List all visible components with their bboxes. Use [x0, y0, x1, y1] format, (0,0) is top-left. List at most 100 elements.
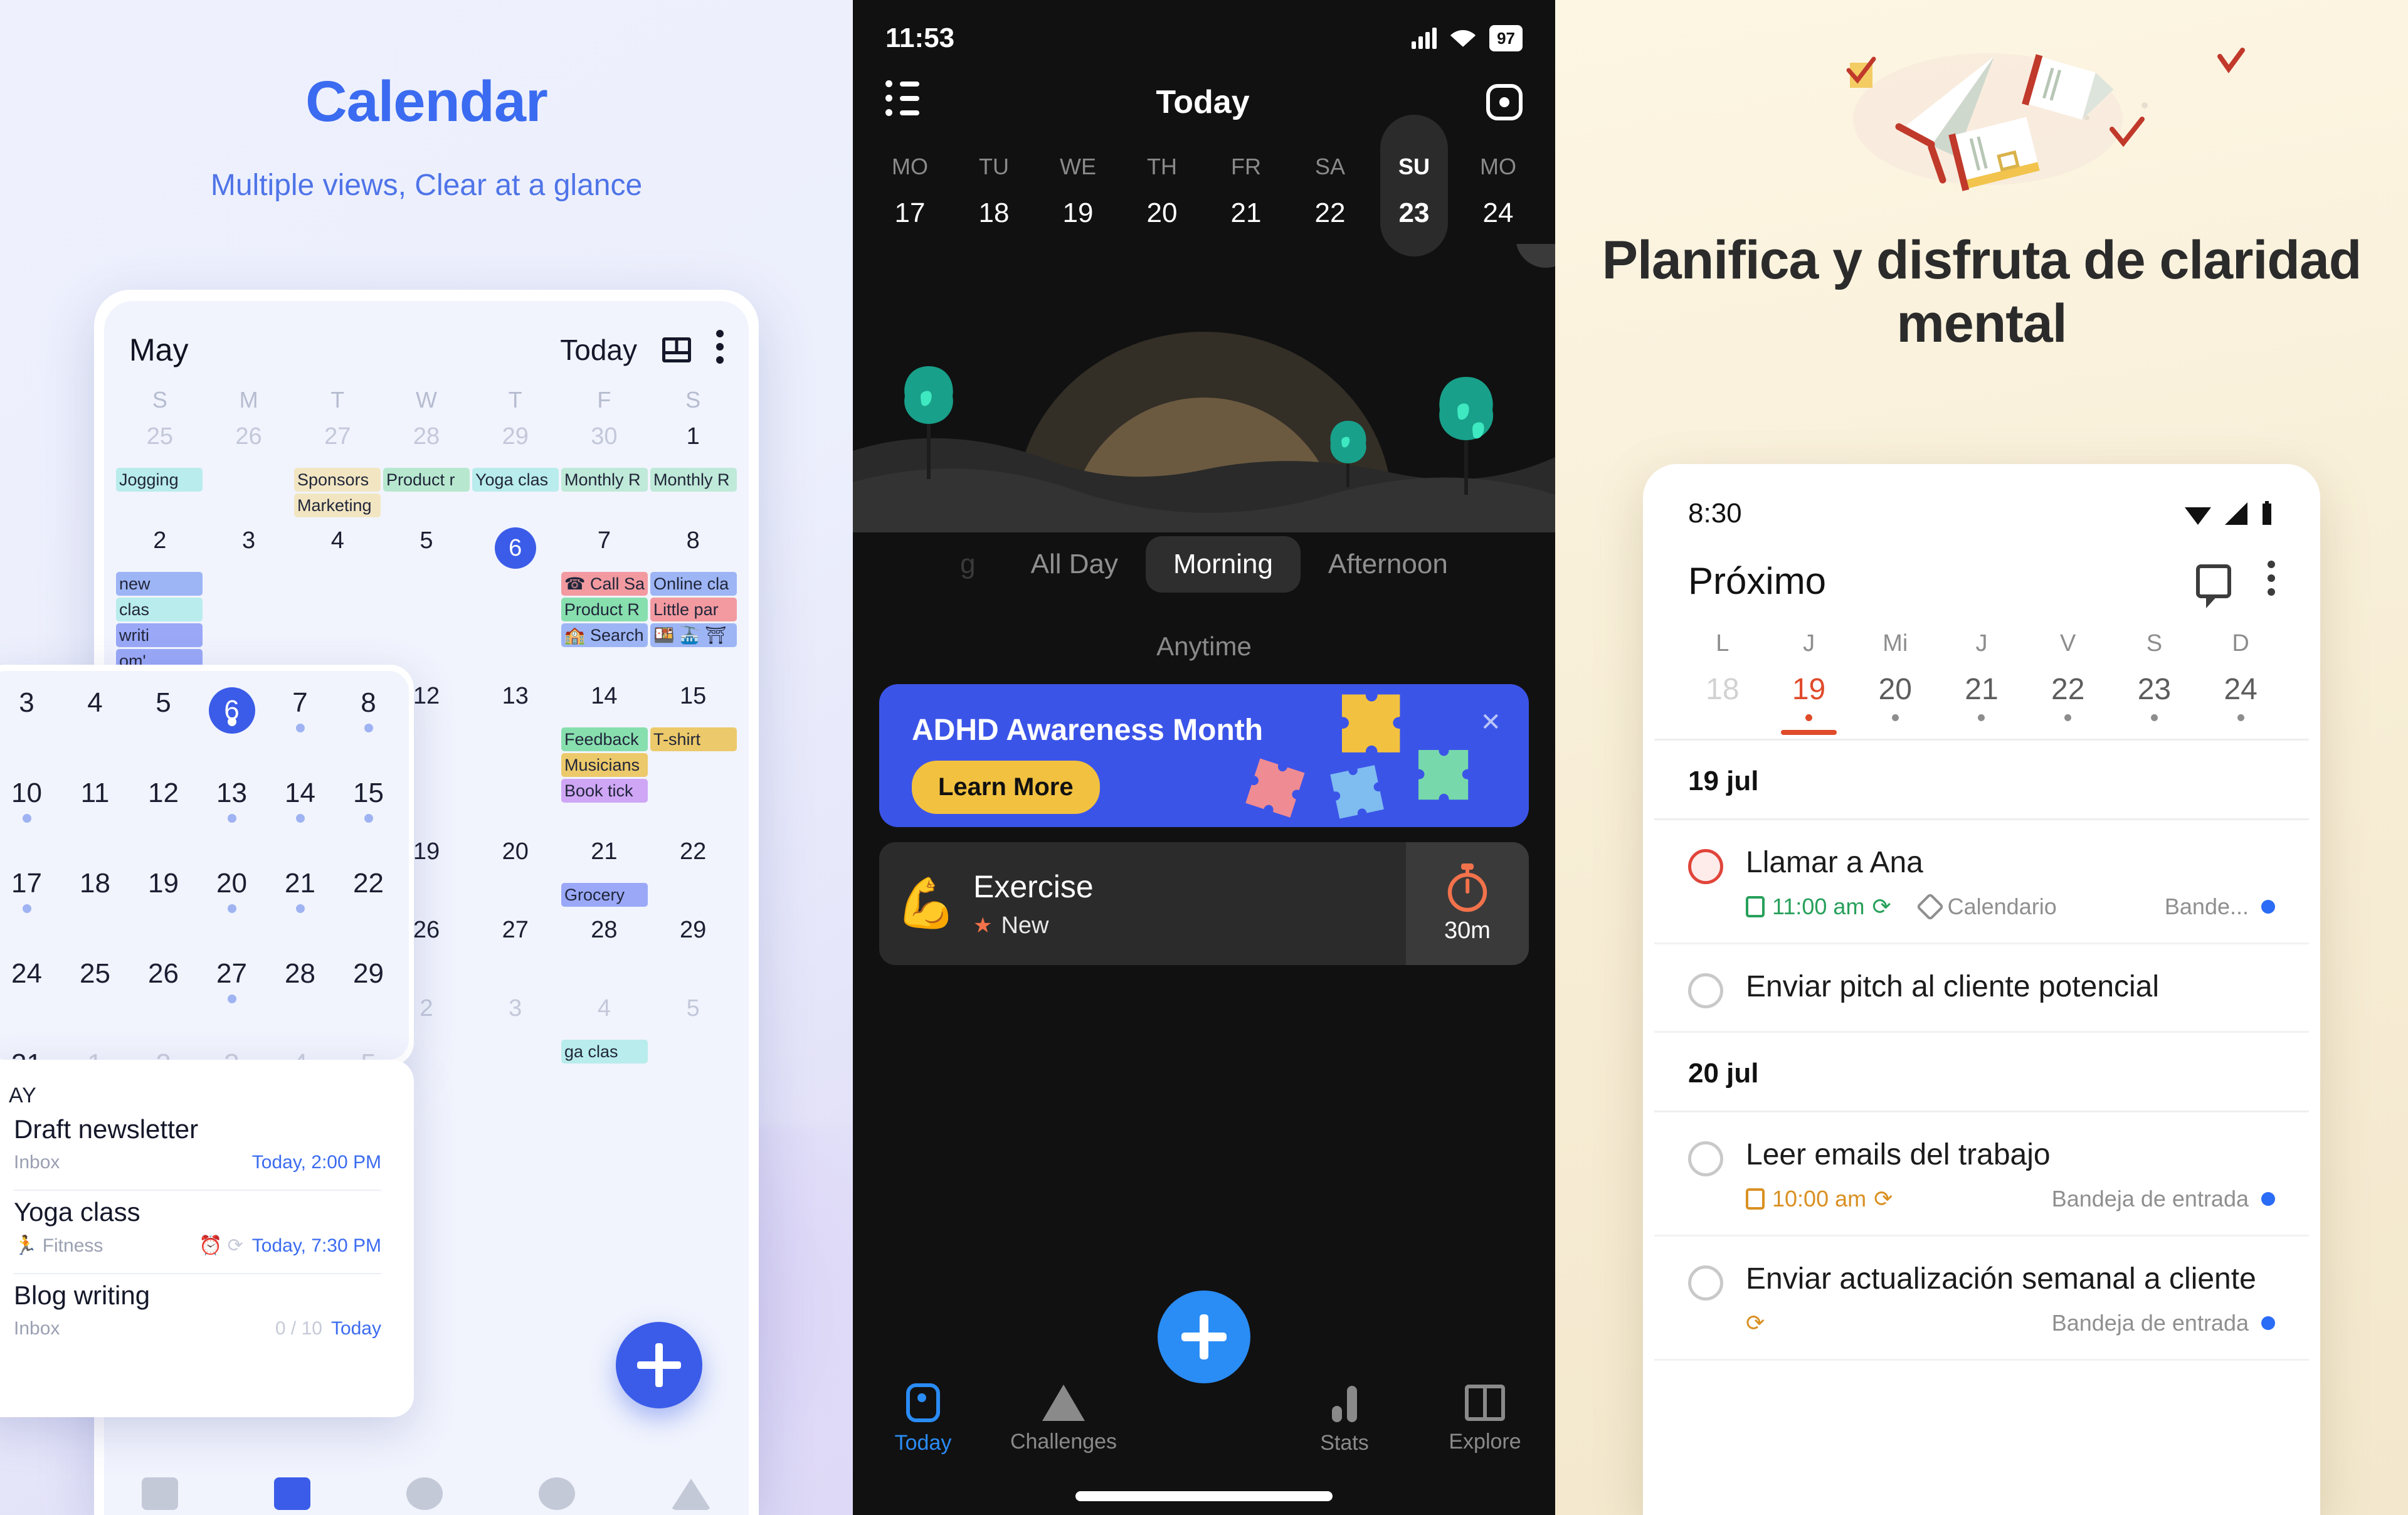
mini-day-cell[interactable]: 4	[61, 687, 129, 761]
calendar-day-cell[interactable]: 22	[648, 828, 737, 881]
week-day-cell[interactable]: S 23	[2111, 630, 2198, 735]
habit-timer-button[interactable]: 30m	[1406, 842, 1529, 965]
week-day-cell[interactable]: L 18	[1679, 630, 1766, 735]
mini-day-cell[interactable]: 17	[0, 868, 61, 942]
calendar-event-chip[interactable]: T-shirt	[650, 727, 737, 751]
calendar-event-chip[interactable]: Little par	[650, 598, 737, 621]
calendar-event-chip[interactable]: Sponsors	[294, 468, 381, 492]
mini-day-cell[interactable]: 12	[129, 778, 198, 852]
mini-day-cell[interactable]: 22	[334, 868, 403, 942]
mini-day-cell[interactable]: 7	[266, 687, 334, 761]
segment-all-day[interactable]: All Day	[1003, 536, 1146, 593]
calendar-day-cell[interactable]: 5	[382, 517, 471, 570]
calendar-day-cell[interactable]: 29	[471, 413, 560, 466]
calendar-day-cell[interactable]: 15	[648, 673, 737, 726]
calendar-event-chip[interactable]: ga clas	[561, 1040, 648, 1064]
nav-item-challenges[interactable]: Challenges	[993, 1384, 1134, 1454]
week-day-cell[interactable]: MO 24	[1456, 154, 1540, 229]
nav-item-profile[interactable]	[670, 1479, 711, 1510]
mini-day-cell[interactable]: 24	[0, 958, 61, 1032]
calendar-event-chip[interactable]: Product R	[561, 598, 648, 621]
task-row[interactable]: Enviar actualización semanal a cliente ⟳ B…	[1654, 1237, 2309, 1361]
calendar-day-cell[interactable]: 30	[560, 413, 649, 466]
calendar-event-chip[interactable]: Yoga clas	[472, 468, 559, 492]
calendar-day-cell[interactable]: 27	[471, 907, 560, 959]
nav-item-stats[interactable]: Stats	[1274, 1383, 1415, 1455]
calendar-day-cell[interactable]: 4	[293, 517, 382, 570]
more-vertical-icon[interactable]	[2268, 560, 2275, 602]
add-event-fab[interactable]	[616, 1322, 702, 1408]
mini-day-cell[interactable]: 3	[0, 687, 61, 761]
close-icon[interactable]: ✕	[1480, 708, 1501, 737]
comment-icon[interactable]	[2196, 564, 2231, 608]
calendar-event-chip[interactable]: Product r	[383, 468, 470, 492]
calendar-day-cell[interactable]: 28	[382, 413, 471, 466]
calendar-day-cell[interactable]: 7	[560, 517, 649, 570]
week-day-cell[interactable]: Mi 20	[1852, 630, 1938, 735]
calendar-event-chip[interactable]: 🏫 Search	[561, 623, 648, 647]
nav-item-today[interactable]: Today	[853, 1383, 993, 1455]
mini-day-cell[interactable]: 5	[129, 687, 198, 761]
calendar-day-cell[interactable]: 29	[648, 907, 737, 959]
calendar-event-chip[interactable]: new	[116, 572, 203, 596]
calendar-event-chip[interactable]: Musicians	[561, 753, 648, 777]
nav-item-explore[interactable]: Explore	[1415, 1384, 1555, 1454]
calendar-day-cell[interactable]: 6	[471, 517, 560, 570]
calendar-event-chip[interactable]: Monthly R	[650, 468, 737, 492]
calendar-day-cell[interactable]: 4	[560, 985, 649, 1038]
mini-day-cell[interactable]: 13	[198, 778, 266, 852]
calendar-day-cell[interactable]: 5	[648, 985, 737, 1038]
calendar-grid-icon[interactable]	[662, 337, 691, 362]
task-checkbox[interactable]	[1688, 973, 1723, 1008]
mini-day-cell[interactable]: 26	[129, 958, 198, 1032]
task-checkbox[interactable]	[1688, 1265, 1723, 1301]
mini-day-cell[interactable]: 10	[0, 778, 61, 852]
nav-item-matrix[interactable]	[538, 1477, 575, 1510]
week-day-cell[interactable]: WE 19	[1036, 154, 1120, 229]
calendar-event-chip[interactable]: 🍱 🚠 ⛩	[650, 623, 737, 647]
calendar-day-cell[interactable]: 8	[648, 517, 737, 570]
calendar-event-chip[interactable]: writi	[116, 623, 203, 647]
nav-item-focus[interactable]	[406, 1477, 443, 1510]
week-day-cell[interactable]: MO 17	[868, 154, 952, 229]
mini-day-cell[interactable]: 28	[266, 958, 334, 1032]
calendar-event-chip[interactable]: Jogging	[116, 468, 203, 492]
week-day-cell[interactable]: TU 18	[952, 154, 1036, 229]
mini-day-cell[interactable]: 20	[198, 868, 266, 942]
task-checkbox[interactable]	[1688, 1141, 1723, 1176]
habit-card-exercise[interactable]: 💪 Exercise ★ New 30m	[879, 842, 1529, 965]
week-day-cell[interactable]: SA 22	[1288, 154, 1372, 229]
mini-day-cell[interactable]: 29	[334, 958, 403, 1032]
calendar-day-cell[interactable]: 21	[560, 828, 649, 881]
list-menu-icon[interactable]	[885, 80, 919, 124]
mini-day-cell[interactable]: 27	[198, 958, 266, 1032]
week-day-cell[interactable]: J 19	[1766, 630, 1852, 735]
task-row[interactable]: Llamar a Ana 11:00 am ⟳ Calendario Bande...	[1654, 820, 2309, 944]
week-day-cell[interactable]: V 22	[2025, 630, 2111, 735]
calendar-day-cell[interactable]: 2	[115, 517, 204, 570]
calendar-event-chip[interactable]: Grocery	[561, 883, 648, 907]
calendar-day-cell[interactable]: 25	[115, 413, 204, 466]
calendar-day-cell[interactable]: 14	[560, 673, 649, 726]
task-row[interactable]: Yoga class 🏃 Fitness ⏰ ⟳ Today, 7:30 PM	[14, 1191, 381, 1274]
nav-item-tasks[interactable]	[142, 1477, 179, 1510]
calendar-event-chip[interactable]: Monthly R	[561, 468, 648, 492]
week-day-cell[interactable]: FR 21	[1204, 154, 1288, 229]
week-day-cell[interactable]: TH 20	[1120, 154, 1204, 229]
calendar-day-cell[interactable]: 20	[471, 828, 560, 881]
nav-item-calendar[interactable]	[274, 1477, 311, 1510]
calendar-event-chip[interactable]: Online cla	[650, 572, 737, 596]
mini-day-cell[interactable]: 15	[334, 778, 403, 852]
task-checkbox[interactable]	[1688, 849, 1723, 884]
calendar-event-chip[interactable]: ☎ Call Sa	[561, 572, 648, 596]
mini-day-cell[interactable]: 25	[61, 958, 129, 1032]
gear-icon[interactable]	[1486, 83, 1523, 120]
task-row[interactable]: Blog writing Inbox 0 / 10 Today	[14, 1274, 381, 1356]
mini-day-cell[interactable]: 6	[198, 687, 266, 761]
awareness-banner[interactable]: ADHD Awareness Month Learn More ✕	[879, 684, 1529, 827]
mini-day-cell[interactable]: 14	[266, 778, 334, 852]
calendar-day-cell[interactable]: 26	[204, 413, 293, 466]
task-row[interactable]: Leer emails del trabajo 10:00 am ⟳ Bandeja …	[1654, 1112, 2309, 1237]
calendar-event-chip[interactable]: Marketing	[294, 494, 381, 517]
mini-day-cell[interactable]: 18	[61, 868, 129, 942]
